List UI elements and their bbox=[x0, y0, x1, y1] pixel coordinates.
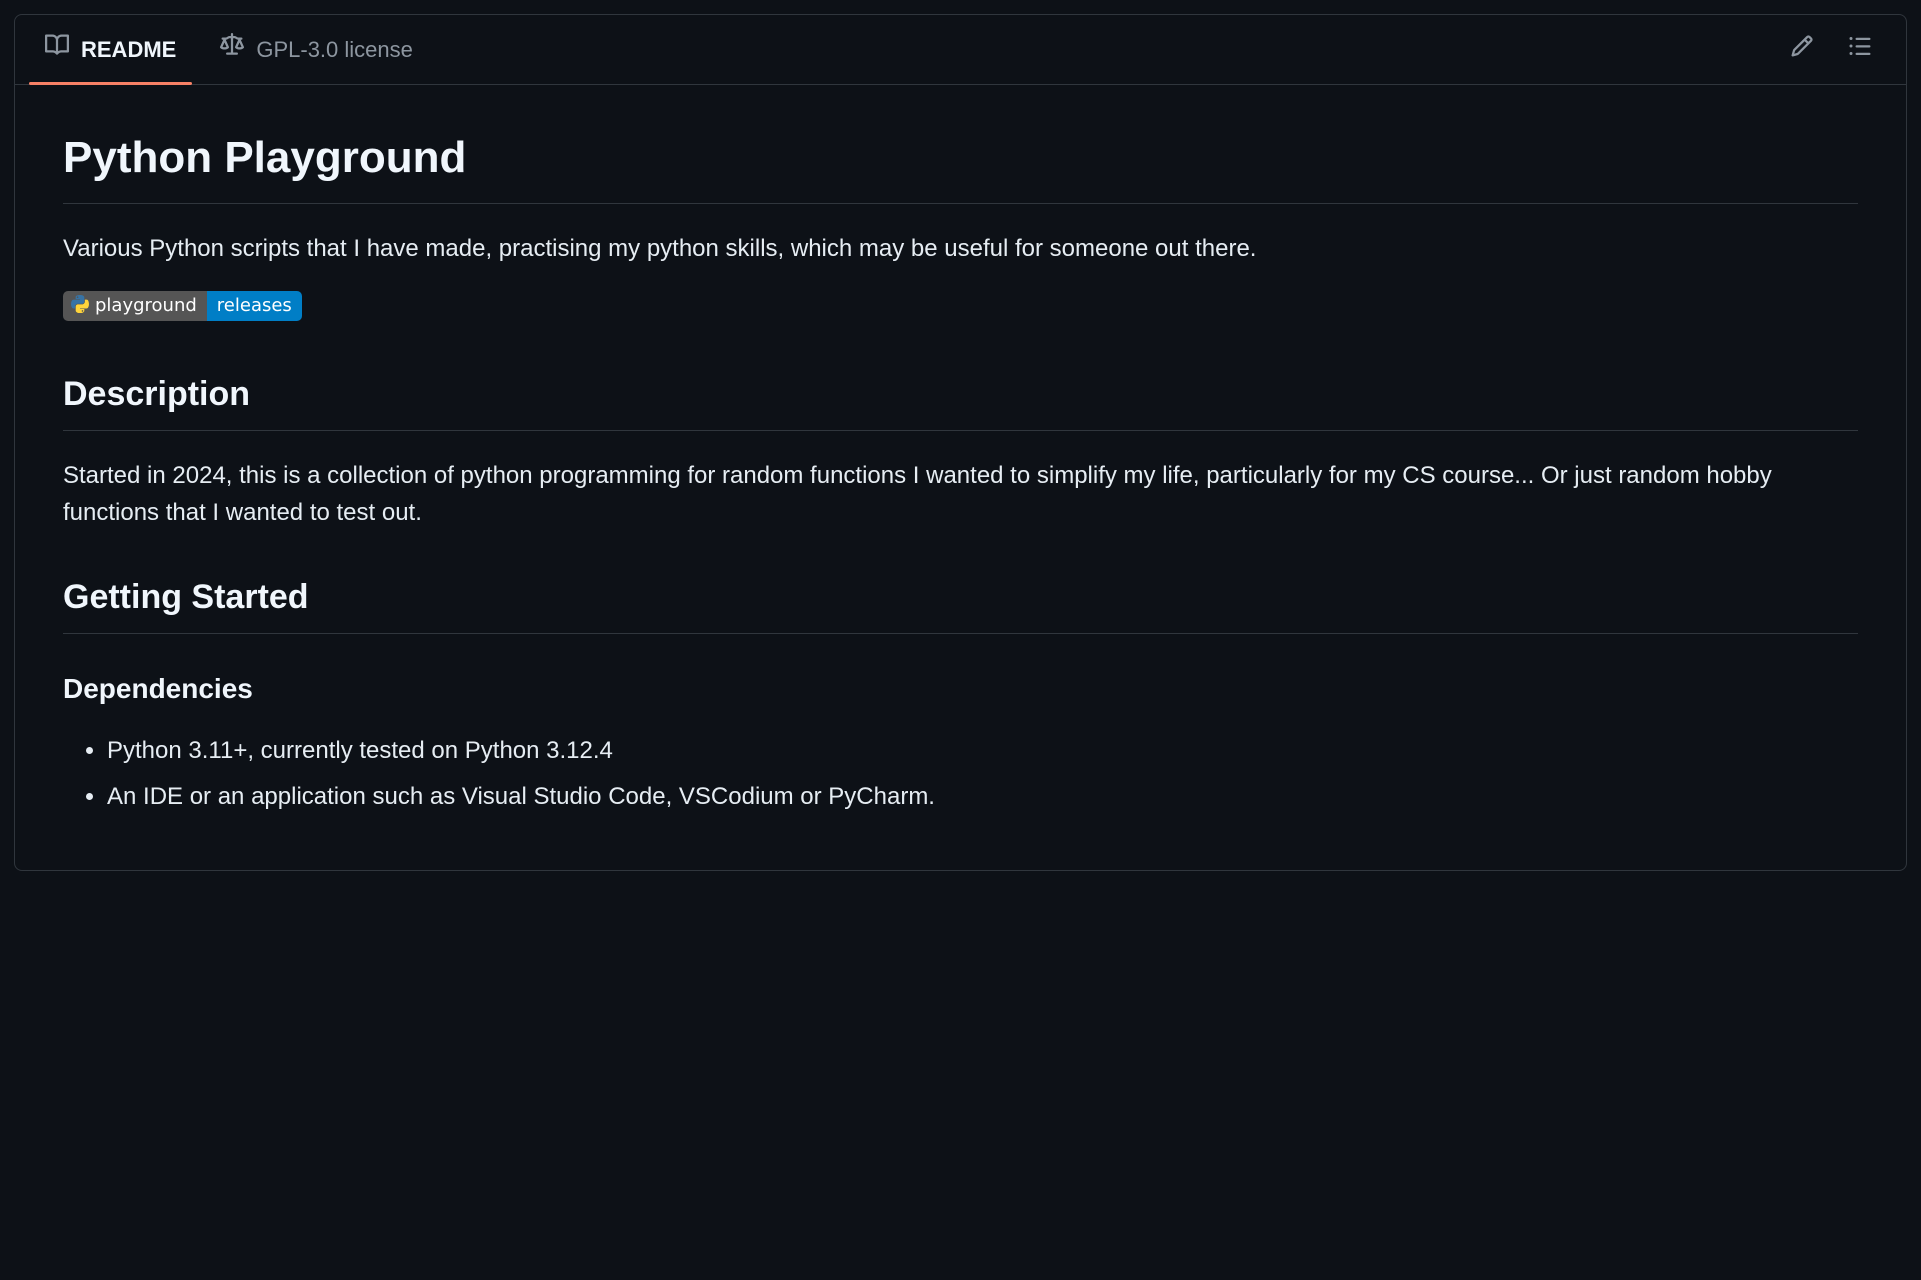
readme-title: Python Playground bbox=[63, 125, 1858, 204]
badge-right-text: releases bbox=[217, 297, 292, 315]
tabbar-left: README GPL-3.0 license bbox=[23, 15, 1782, 84]
readme-content: Python Playground Various Python scripts… bbox=[15, 85, 1906, 870]
list-item: Python 3.11+, currently tested on Python… bbox=[107, 730, 1858, 772]
badge-playground-releases[interactable]: playground releases bbox=[63, 291, 302, 321]
edit-button[interactable] bbox=[1782, 30, 1822, 70]
list-item: An IDE or an application such as Visual … bbox=[107, 776, 1858, 818]
badge-left: playground bbox=[63, 291, 207, 321]
readme-intro: Various Python scripts that I have made,… bbox=[63, 230, 1858, 267]
description-body: Started in 2024, this is a collection of… bbox=[63, 457, 1858, 531]
book-icon bbox=[45, 33, 69, 66]
tab-license-label: GPL-3.0 license bbox=[256, 33, 413, 66]
python-icon bbox=[71, 295, 89, 317]
badge-right: releases bbox=[207, 291, 302, 321]
file-tabbar: README GPL-3.0 license bbox=[15, 15, 1906, 85]
outline-button[interactable] bbox=[1840, 30, 1880, 70]
readme-panel: README GPL-3.0 license Python bbox=[14, 14, 1907, 871]
list-unordered-icon bbox=[1848, 34, 1872, 66]
heading-description: Description bbox=[63, 369, 1858, 431]
tab-readme-label: README bbox=[81, 33, 176, 66]
tab-license[interactable]: GPL-3.0 license bbox=[198, 15, 435, 84]
law-icon bbox=[220, 33, 244, 66]
tabbar-right bbox=[1782, 30, 1898, 70]
tab-readme[interactable]: README bbox=[23, 15, 198, 84]
heading-dependencies: Dependencies bbox=[63, 668, 1858, 710]
dependencies-list: Python 3.11+, currently tested on Python… bbox=[63, 730, 1858, 818]
heading-getting-started: Getting Started bbox=[63, 572, 1858, 634]
badge-left-text: playground bbox=[95, 297, 197, 315]
pencil-icon bbox=[1790, 34, 1814, 66]
